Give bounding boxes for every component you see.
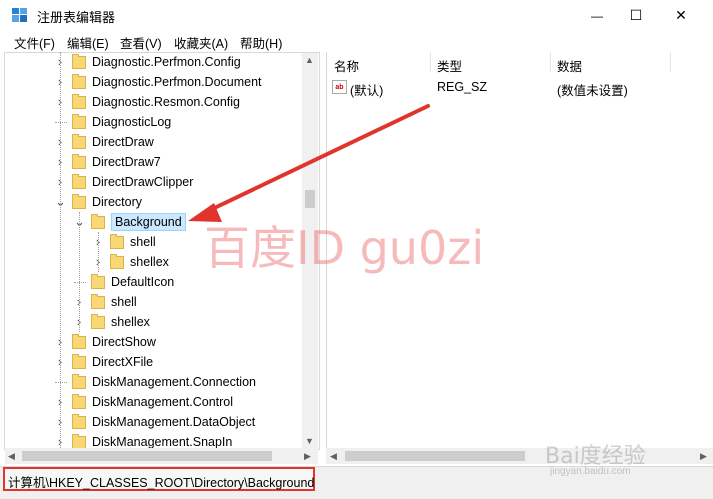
watermark-text: 百度ID gu0zi <box>204 221 485 275</box>
baidu-url-watermark: jingyan.baidu.com <box>550 466 631 477</box>
